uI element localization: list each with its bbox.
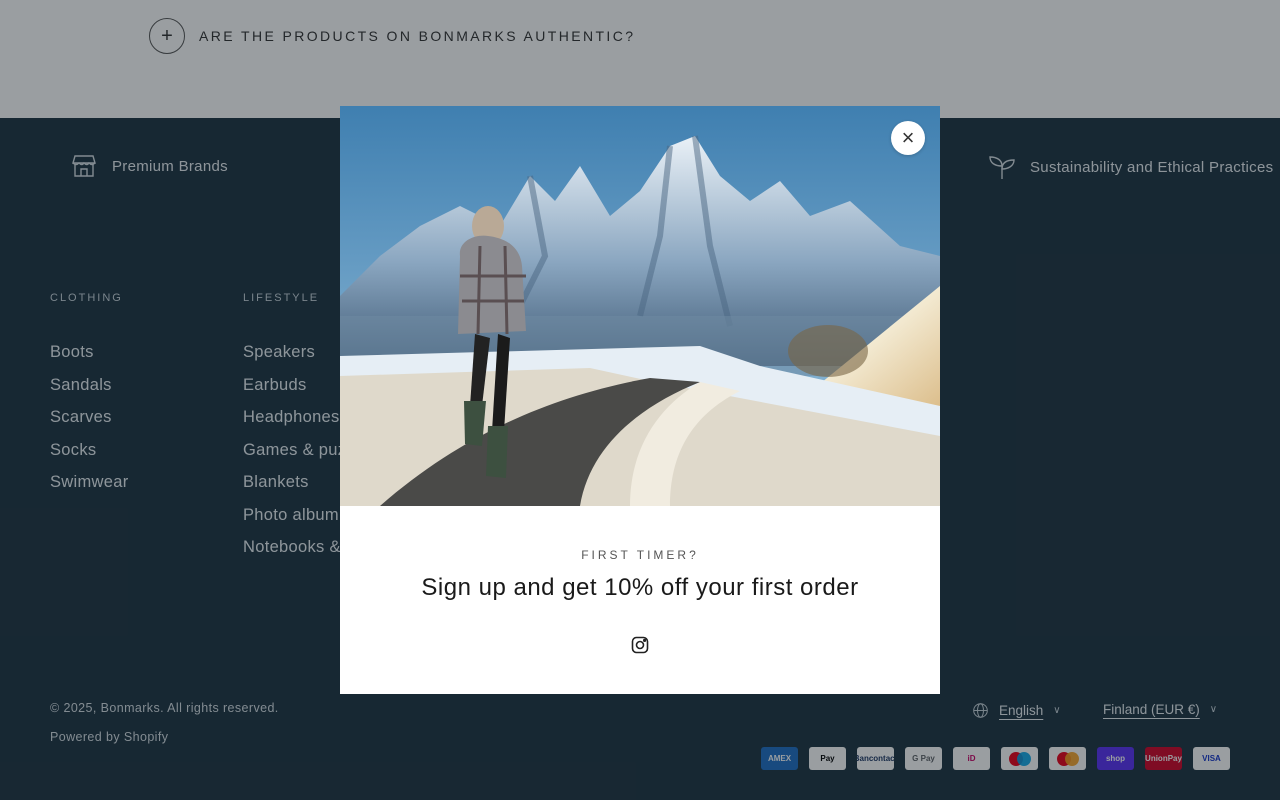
modal-headline: Sign up and get 10% off your first order bbox=[421, 574, 859, 601]
modal-eyebrow: FIRST TIMER? bbox=[581, 548, 699, 562]
instagram-icon[interactable] bbox=[630, 635, 650, 655]
close-icon[interactable]: × bbox=[891, 121, 925, 155]
hero-image bbox=[340, 106, 940, 506]
signup-modal: × FIRST TIMER? Sign up and get 10% off y… bbox=[340, 106, 940, 694]
